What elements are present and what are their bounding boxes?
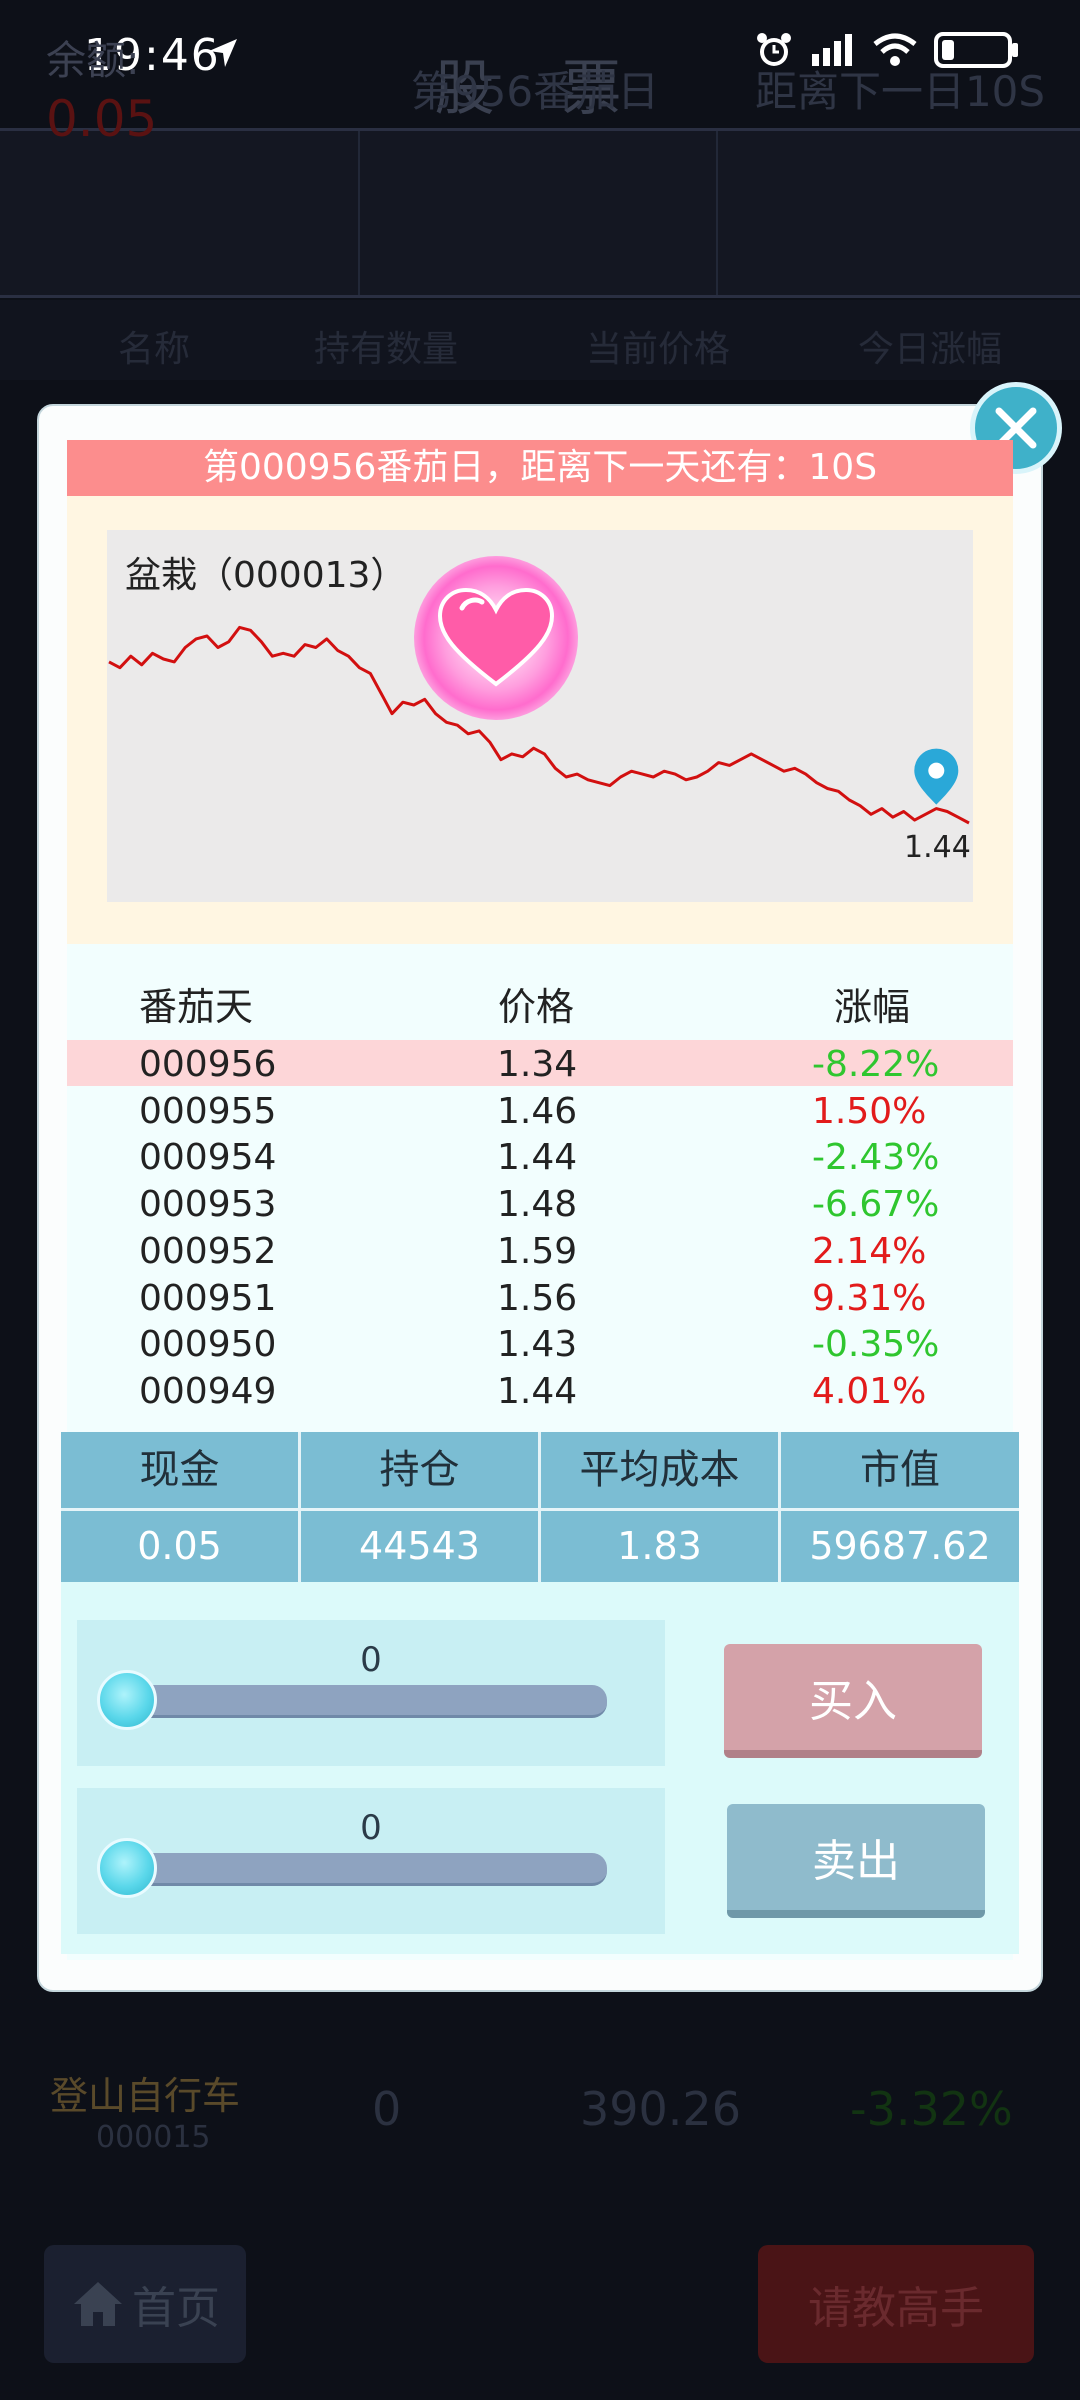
heart-bubble-icon[interactable] bbox=[414, 556, 578, 720]
history-row[interactable]: 000955 1.46 1.50% bbox=[67, 1087, 1013, 1133]
history-day: 000952 bbox=[139, 1230, 277, 1272]
home-icon bbox=[74, 2282, 122, 2326]
next-day-countdown: 距离下一日10S bbox=[754, 67, 1046, 116]
last-price-label: 1.44 bbox=[904, 830, 971, 865]
chart-title: 盆栽（000013） bbox=[125, 555, 407, 596]
history-price: 1.34 bbox=[497, 1044, 578, 1085]
history-row[interactable]: 000951 1.56 9.31% bbox=[67, 1274, 1013, 1320]
ask-expert-button[interactable]: 请教高手 bbox=[758, 2245, 1034, 2363]
stock-row-change: -3.32% bbox=[850, 2082, 1013, 2136]
balance-cell bbox=[0, 131, 360, 295]
history-row[interactable]: 000956 1.34 -8.22% bbox=[67, 1040, 1013, 1086]
history-change: -2.43% bbox=[812, 1137, 940, 1179]
day-cell bbox=[360, 131, 718, 295]
home-label: 首页 bbox=[132, 2283, 220, 2334]
stats-avgcost-value: 1.83 bbox=[541, 1510, 781, 1582]
stats-divider bbox=[61, 1508, 1019, 1511]
history-price: 1.46 bbox=[497, 1090, 578, 1132]
history-col-day: 番茄天 bbox=[139, 985, 254, 1029]
stats-cash-header: 现金 bbox=[61, 1432, 301, 1508]
stats-holding-header: 持仓 bbox=[301, 1432, 541, 1508]
buy-amount-value: 0 bbox=[360, 1640, 382, 1680]
column-holding: 持有数量 bbox=[314, 329, 459, 370]
buy-slider-track[interactable] bbox=[117, 1685, 607, 1718]
stats-market-value: 59687.62 bbox=[809, 1524, 991, 1568]
column-price: 当前价格 bbox=[586, 329, 731, 370]
history-row[interactable]: 000949 1.44 4.01% bbox=[67, 1367, 1013, 1413]
stock-row-holding: 0 bbox=[372, 2082, 402, 2136]
countdown-banner: 第000956番茄日，距离下一天还有：10S bbox=[67, 440, 1013, 496]
history-day: 000954 bbox=[139, 1137, 277, 1179]
history-row[interactable]: 000950 1.43 -0.35% bbox=[67, 1320, 1013, 1366]
history-day: 000950 bbox=[139, 1324, 277, 1366]
history-price: 1.48 bbox=[497, 1184, 578, 1226]
day-label: 第956番茄日 bbox=[410, 67, 660, 116]
stock-row-name: 登山自行车 bbox=[50, 2074, 241, 2118]
map-pin-icon bbox=[914, 748, 959, 805]
history-change: 9.31% bbox=[812, 1277, 927, 1319]
sell-slider-thumb[interactable] bbox=[97, 1838, 157, 1898]
history-change: 1.50% bbox=[812, 1090, 927, 1132]
column-change: 今日涨幅 bbox=[858, 329, 1003, 370]
buy-slider-panel: 0 bbox=[77, 1620, 665, 1766]
history-price: 1.59 bbox=[497, 1230, 578, 1272]
history-change: 2.14% bbox=[812, 1230, 927, 1272]
heart-icon bbox=[437, 587, 555, 687]
sell-amount-value: 0 bbox=[360, 1808, 382, 1848]
history-col-price: 价格 bbox=[498, 985, 575, 1029]
history-price: 1.44 bbox=[497, 1370, 578, 1412]
stats-market-value-header: 市值 bbox=[860, 1447, 940, 1493]
balance-value: 0.05 bbox=[46, 90, 158, 148]
history-price: 1.44 bbox=[497, 1137, 578, 1179]
history-day: 000956 bbox=[139, 1044, 277, 1085]
sell-slider-track[interactable] bbox=[117, 1853, 607, 1886]
stock-row-code: 000015 bbox=[96, 2120, 211, 2155]
history-price: 1.56 bbox=[497, 1277, 578, 1319]
history-day: 000955 bbox=[139, 1090, 277, 1132]
top-info-bar bbox=[0, 128, 1080, 298]
stock-row-price: 390.26 bbox=[580, 2082, 741, 2136]
history-row[interactable]: 000954 1.44 -2.43% bbox=[67, 1133, 1013, 1179]
buy-slider-thumb[interactable] bbox=[97, 1670, 157, 1730]
balance-label: 余额: bbox=[46, 38, 140, 84]
history-day: 000953 bbox=[139, 1184, 277, 1226]
stock-list-header: 名称 持有数量 当前价格 今日涨幅 bbox=[0, 300, 1080, 380]
column-name: 名称 bbox=[118, 329, 191, 370]
stats-avgcost-header: 平均成本 bbox=[541, 1432, 781, 1508]
history-day: 000951 bbox=[139, 1277, 277, 1319]
sell-button[interactable]: 卖出 bbox=[727, 1804, 985, 1918]
home-button[interactable]: 首页 bbox=[44, 2245, 246, 2363]
sell-slider-panel: 0 bbox=[77, 1788, 665, 1934]
history-change: 4.01% bbox=[812, 1370, 927, 1412]
buy-button[interactable]: 买入 bbox=[724, 1644, 982, 1758]
history-price: 1.43 bbox=[497, 1324, 578, 1366]
position-stats-table: 现金 持仓 平均成本 市值 0.05 44543 1.83 59687.62 bbox=[61, 1432, 1019, 1582]
history-change: -6.67% bbox=[812, 1184, 940, 1226]
history-day: 000949 bbox=[139, 1370, 277, 1412]
history-col-change: 涨幅 bbox=[834, 985, 911, 1029]
history-row[interactable]: 000952 1.59 2.14% bbox=[67, 1227, 1013, 1273]
stats-holding-value: 44543 bbox=[301, 1510, 541, 1582]
stats-cash-value: 0.05 bbox=[61, 1510, 301, 1582]
history-change: -0.35% bbox=[812, 1324, 940, 1366]
history-row[interactable]: 000953 1.48 -6.67% bbox=[67, 1180, 1013, 1226]
history-change: -8.22% bbox=[812, 1044, 940, 1085]
